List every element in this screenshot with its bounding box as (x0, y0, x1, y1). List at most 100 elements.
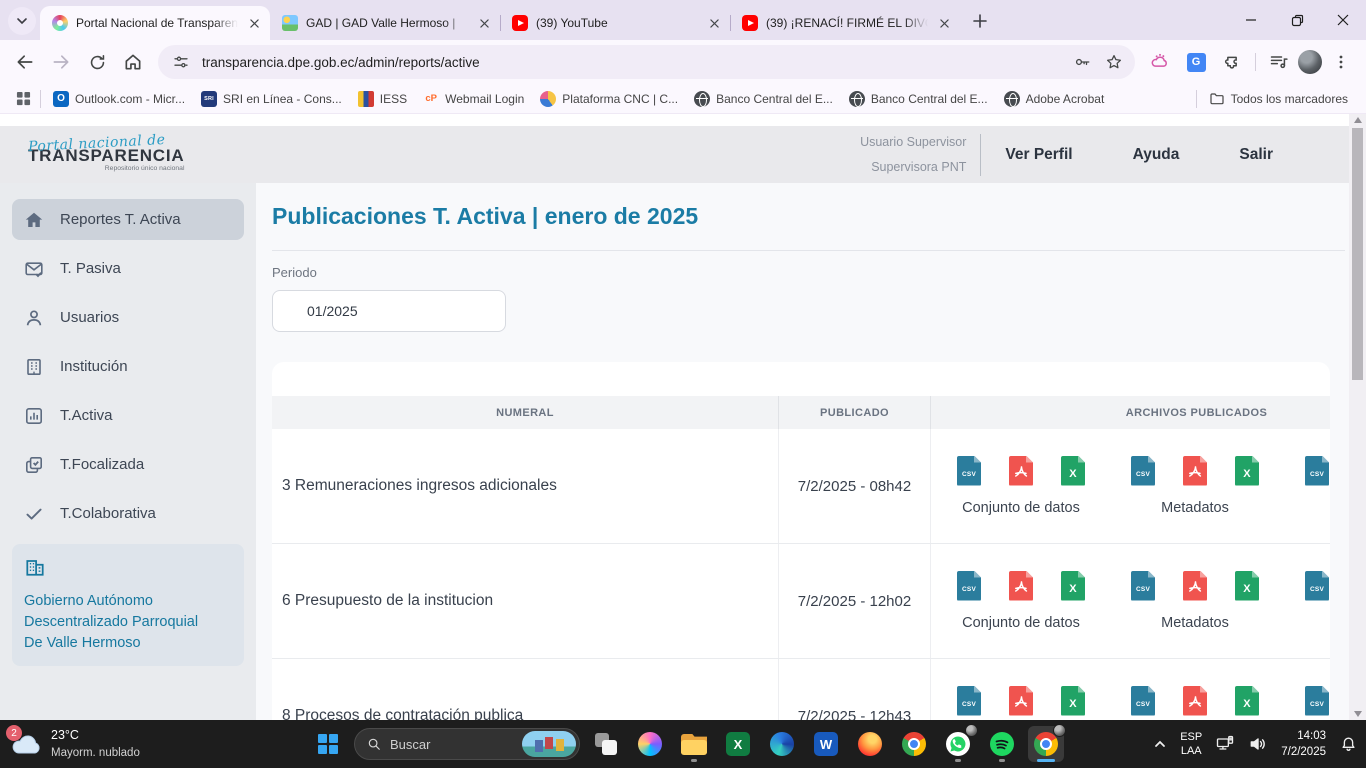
pdf-file-icon[interactable] (1183, 686, 1207, 716)
page-scrollbar[interactable] (1349, 114, 1366, 720)
media-controls-icon[interactable] (1262, 45, 1296, 79)
bookmark-item[interactable]: Webmail Login (415, 88, 532, 110)
sidebar-item-reportes-t-activa[interactable]: Reportes T. Activa (12, 199, 244, 240)
url-text[interactable]: transparencia.dpe.gob.ec/admin/reports/a… (202, 55, 1061, 70)
file-icons: CSV X (1131, 571, 1259, 601)
menu-dots-icon[interactable] (1324, 45, 1358, 79)
bookmark-item[interactable]: Banco Central del E... (841, 88, 996, 110)
header-nav-ver-perfil[interactable]: Ver Perfil (1005, 146, 1072, 164)
bookmark-item[interactable]: Outlook.com - Micr... (45, 88, 193, 110)
sidebar-item-instituci-n[interactable]: Institución (12, 346, 244, 387)
csv-file-icon[interactable]: CSV (957, 456, 981, 486)
xls-file-icon[interactable]: X (1061, 686, 1085, 716)
language-indicator[interactable]: ESP LAA (1180, 730, 1202, 759)
start-button[interactable] (310, 726, 346, 762)
copilot-button[interactable] (632, 726, 668, 762)
spotify-button[interactable] (984, 726, 1020, 762)
all-bookmarks-button[interactable]: Todos los marcadores (1201, 88, 1356, 110)
sidebar-item-t-pasiva[interactable]: T. Pasiva (12, 248, 244, 289)
sidebar-item-t-colaborativa[interactable]: T.Colaborativa (12, 493, 244, 534)
notification-bell-icon[interactable] (1339, 735, 1358, 754)
window-close-button[interactable] (1320, 0, 1366, 40)
entity-card[interactable]: Gobierno Autónomo Descentralizado Parroq… (12, 544, 244, 666)
sidebar-item-usuarios[interactable]: Usuarios (12, 297, 244, 338)
taskbar-search[interactable]: Buscar (354, 728, 580, 760)
csv-file-icon[interactable]: CSV (957, 686, 981, 716)
file-explorer-button[interactable] (676, 726, 712, 762)
profile-avatar[interactable] (1298, 50, 1322, 74)
xls-file-icon[interactable]: X (1235, 456, 1259, 486)
csv-file-icon[interactable]: CSV (1131, 571, 1155, 601)
pdf-file-icon[interactable] (1183, 571, 1207, 601)
passwords-key-icon[interactable] (1071, 51, 1093, 73)
url-bar[interactable]: transparencia.dpe.gob.ec/admin/reports/a… (158, 45, 1135, 79)
weather-widget[interactable]: 2 23°C Mayorm. nublado (10, 720, 140, 768)
weather-extension-icon[interactable] (1143, 45, 1177, 79)
window-restore-button[interactable] (1274, 0, 1320, 40)
reload-button[interactable] (80, 45, 114, 79)
network-icon[interactable] (1215, 734, 1235, 754)
csv-file-icon[interactable]: CSV (1305, 456, 1329, 486)
xls-file-icon[interactable]: X (1235, 571, 1259, 601)
bookmark-item[interactable]: SRI en Línea - Cons... (193, 88, 350, 110)
tab-close-icon[interactable] (706, 15, 722, 31)
header-nav-ayuda[interactable]: Ayuda (1133, 146, 1180, 164)
excel-button[interactable]: X (720, 726, 756, 762)
browser-tab[interactable]: (39) YouTube (500, 6, 730, 40)
bookmark-item[interactable]: Adobe Acrobat (996, 88, 1113, 110)
csv-file-icon[interactable]: CSV (1131, 686, 1155, 716)
folder-icon (681, 734, 707, 755)
back-button[interactable] (8, 45, 42, 79)
pdf-file-icon[interactable] (1009, 686, 1033, 716)
csv-file-icon[interactable]: CSV (1305, 571, 1329, 601)
xls-file-icon[interactable]: X (1061, 456, 1085, 486)
xls-file-icon[interactable]: X (1061, 571, 1085, 601)
pdf-file-icon[interactable] (1009, 571, 1033, 601)
site-logo[interactable]: Portal nacional de TRANSPARENCIA Reposit… (28, 136, 184, 173)
browser-tab[interactable]: Portal Nacional de Transparenc (40, 6, 270, 40)
firefox-button[interactable] (852, 726, 888, 762)
window-minimize-button[interactable] (1228, 0, 1274, 40)
clock[interactable]: 14:03 7/2/2025 (1281, 728, 1326, 760)
csv-file-icon[interactable]: CSV (1305, 686, 1329, 716)
tray-chevron-up-icon[interactable] (1153, 737, 1167, 751)
pdf-file-icon[interactable] (1009, 456, 1033, 486)
translate-extension-icon[interactable]: G (1179, 45, 1213, 79)
tab-search-button[interactable] (8, 7, 36, 35)
scrollbar-thumb[interactable] (1352, 128, 1363, 380)
bookmark-item[interactable]: Plataforma CNC | C... (532, 88, 686, 110)
new-tab-button[interactable] (966, 7, 994, 35)
scrollbar-up-arrow[interactable] (1354, 117, 1362, 123)
xls-file-icon[interactable]: X (1235, 686, 1259, 716)
apps-grid-icon[interactable] (10, 86, 36, 112)
row-published: 7/2/2025 - 08h42 (778, 429, 930, 543)
edge-button[interactable] (764, 726, 800, 762)
tab-close-icon[interactable] (476, 15, 492, 31)
browser-tab[interactable]: GAD | GAD Valle Hermoso | (270, 6, 500, 40)
task-view-button[interactable] (588, 726, 624, 762)
bookmark-star-icon[interactable] (1103, 51, 1125, 73)
sidebar-item-t-focalizada[interactable]: T.Focalizada (12, 444, 244, 485)
word-button[interactable]: W (808, 726, 844, 762)
home-button[interactable] (116, 45, 150, 79)
search-highlight-image[interactable] (522, 731, 576, 757)
chrome-active-button[interactable] (1028, 726, 1064, 762)
browser-tab[interactable]: (39) ¡RENACÍ! FIRMÉ EL DIVORC (730, 6, 960, 40)
volume-icon[interactable] (1248, 734, 1268, 754)
tab-close-icon[interactable] (246, 15, 262, 31)
header-nav-salir[interactable]: Salir (1239, 146, 1273, 164)
extensions-puzzle-icon[interactable] (1215, 45, 1249, 79)
forward-button[interactable] (44, 45, 78, 79)
site-settings-icon[interactable] (170, 51, 192, 73)
scrollbar-down-arrow[interactable] (1354, 711, 1362, 717)
pdf-file-icon[interactable] (1183, 456, 1207, 486)
sidebar-item-t-activa[interactable]: T.Activa (12, 395, 244, 436)
bookmark-item[interactable]: IESS (350, 88, 415, 110)
csv-file-icon[interactable]: CSV (957, 571, 981, 601)
period-input[interactable] (272, 290, 506, 332)
tab-close-icon[interactable] (936, 15, 952, 31)
bookmark-item[interactable]: Banco Central del E... (686, 88, 841, 110)
whatsapp-button[interactable] (940, 726, 976, 762)
chrome-button[interactable] (896, 726, 932, 762)
csv-file-icon[interactable]: CSV (1131, 456, 1155, 486)
